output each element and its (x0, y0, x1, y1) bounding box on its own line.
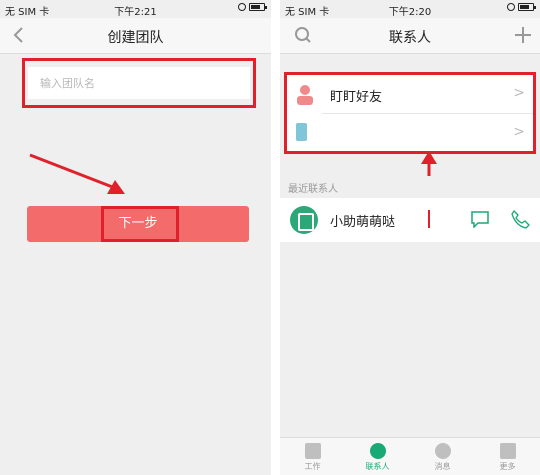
pointer-arrow-icon (421, 151, 437, 176)
work-icon (304, 443, 321, 459)
contact-row-friends[interactable]: 盯盯好友 > (287, 75, 533, 114)
battery-icon (249, 3, 267, 11)
team-name-highlight (22, 58, 256, 108)
tab-messages[interactable]: 消息 (410, 438, 475, 475)
status-time: 下午2:20 (388, 7, 432, 18)
create-team-screen: 无 SIM 卡 下午2:21 创建团队 下一步 (0, 0, 271, 475)
recent-section-title: 最近联系人 (288, 184, 338, 195)
nav-bar: 联系人 (280, 18, 540, 54)
contacts-screen: 无 SIM 卡 下午2:20 联系人 盯盯好友 > > 最近联系人 小助萌萌哒 … (280, 0, 540, 475)
tab-more[interactable]: 更多 (475, 438, 540, 475)
highlight-mark (428, 210, 430, 228)
contact-row-label: 盯盯好友 (330, 90, 383, 105)
more-grid-icon (499, 443, 516, 459)
contacts-icon (369, 443, 386, 459)
tab-work[interactable]: 工作 (280, 438, 345, 475)
phone-call-icon[interactable] (510, 209, 530, 229)
message-icon (434, 443, 451, 459)
nav-bar: 创建团队 (0, 18, 271, 54)
rotation-lock-icon (238, 3, 246, 11)
recent-contact-row[interactable]: 小助萌萌哒 (280, 198, 540, 242)
chevron-right-icon: > (513, 124, 525, 140)
message-bubble-icon[interactable] (470, 210, 490, 228)
assistant-avatar-icon (290, 206, 318, 234)
tab-contacts[interactable]: 联系人 (345, 438, 410, 475)
phone-contacts-icon (296, 123, 307, 141)
contact-row-phone[interactable]: > (287, 114, 533, 152)
status-icons (238, 3, 267, 11)
status-bar: 无 SIM 卡 下午2:20 (280, 0, 540, 18)
status-bar: 无 SIM 卡 下午2:21 (0, 0, 271, 18)
tab-label: 工作 (304, 462, 321, 471)
next-button-highlight (101, 206, 179, 242)
battery-icon (518, 3, 536, 11)
status-icons (507, 3, 536, 11)
contacts-highlight: 盯盯好友 > > (284, 72, 536, 154)
tab-label: 消息 (434, 462, 451, 471)
recent-contact-name: 小助萌萌哒 (330, 215, 396, 230)
screenshot-root: 无 SIM 卡 下午2:21 创建团队 下一步 无 SIM 卡 下午2:20 (0, 0, 540, 475)
tab-label: 更多 (499, 462, 516, 471)
status-time: 下午2:21 (114, 7, 157, 18)
tab-bar: 工作 联系人 消息 更多 (280, 437, 540, 475)
plus-icon[interactable] (514, 26, 532, 48)
team-name-input[interactable] (28, 67, 250, 99)
tab-label: 联系人 (365, 462, 390, 471)
rotation-lock-icon (507, 3, 515, 11)
page-title: 联系人 (389, 30, 431, 46)
person-icon (297, 85, 313, 105)
pointer-arrow-icon (29, 153, 125, 194)
page-title: 创建团队 (107, 30, 164, 46)
chevron-right-icon: > (513, 85, 525, 101)
